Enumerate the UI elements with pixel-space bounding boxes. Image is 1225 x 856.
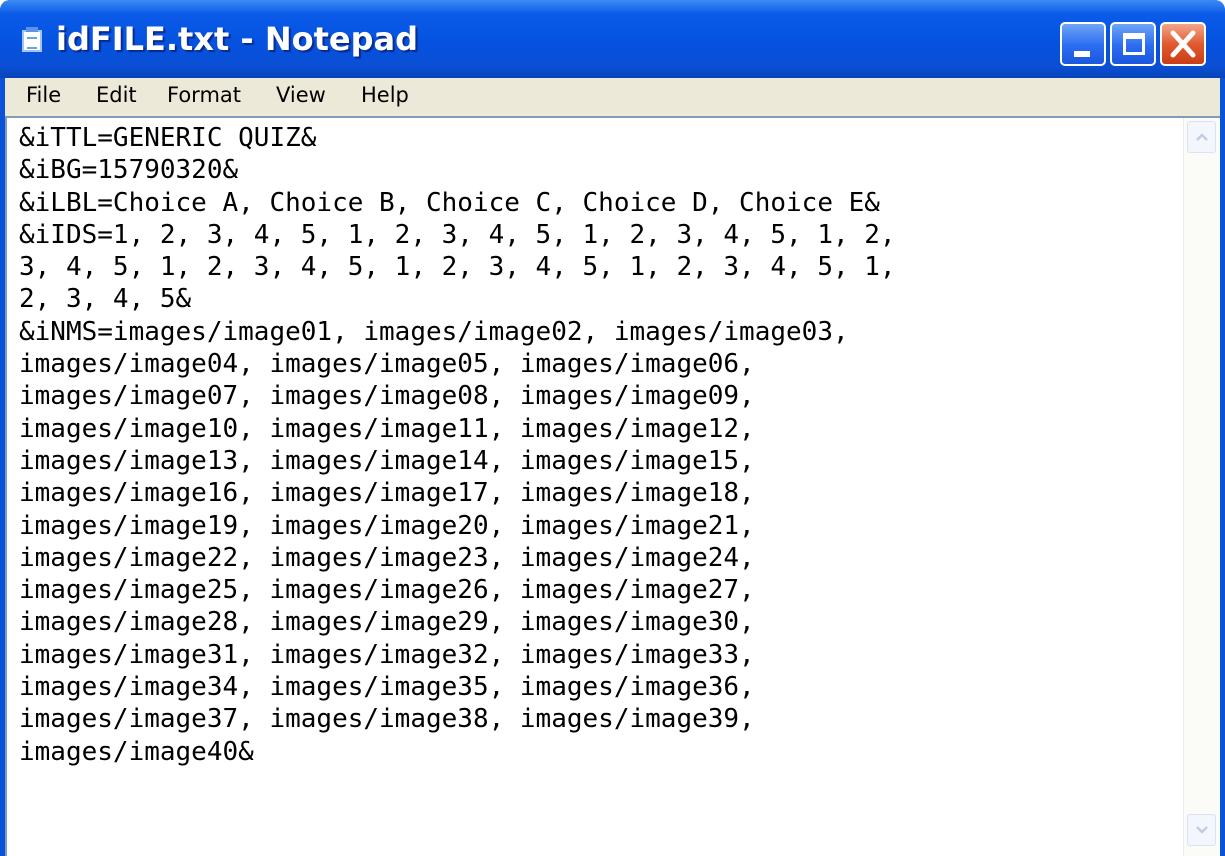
window-title: idFILE.txt - Notepad (56, 20, 419, 58)
menu-help[interactable]: Help (361, 83, 409, 107)
menu-file[interactable]: File (26, 83, 61, 107)
menu-edit[interactable]: Edit (96, 83, 137, 107)
title-bar[interactable]: idFILE.txt - Notepad (0, 0, 1225, 78)
close-icon (1170, 30, 1196, 58)
maximize-button[interactable] (1110, 22, 1156, 66)
scroll-up-button[interactable] (1187, 121, 1216, 153)
chevron-up-icon (1196, 133, 1208, 141)
notepad-icon[interactable] (22, 27, 42, 52)
maximize-icon (1123, 33, 1145, 55)
text-editor[interactable]: &iTTL=GENERIC QUIZ& &iBG=15790320& &iLBL… (5, 116, 1220, 856)
scroll-down-button[interactable] (1187, 814, 1216, 846)
minimize-button[interactable] (1060, 22, 1106, 66)
vertical-scrollbar[interactable] (1183, 118, 1219, 856)
close-button[interactable] (1160, 22, 1206, 66)
menu-bar: File Edit Format View Help (5, 78, 1220, 116)
menu-format[interactable]: Format (167, 83, 241, 107)
chevron-down-icon (1196, 826, 1208, 834)
minimize-icon (1074, 51, 1090, 57)
document-text[interactable]: &iTTL=GENERIC QUIZ& &iBG=15790320& &iLBL… (19, 122, 1179, 768)
menu-view[interactable]: View (276, 83, 326, 107)
notepad-window: idFILE.txt - Notepad File Edit Format Vi… (0, 0, 1225, 856)
